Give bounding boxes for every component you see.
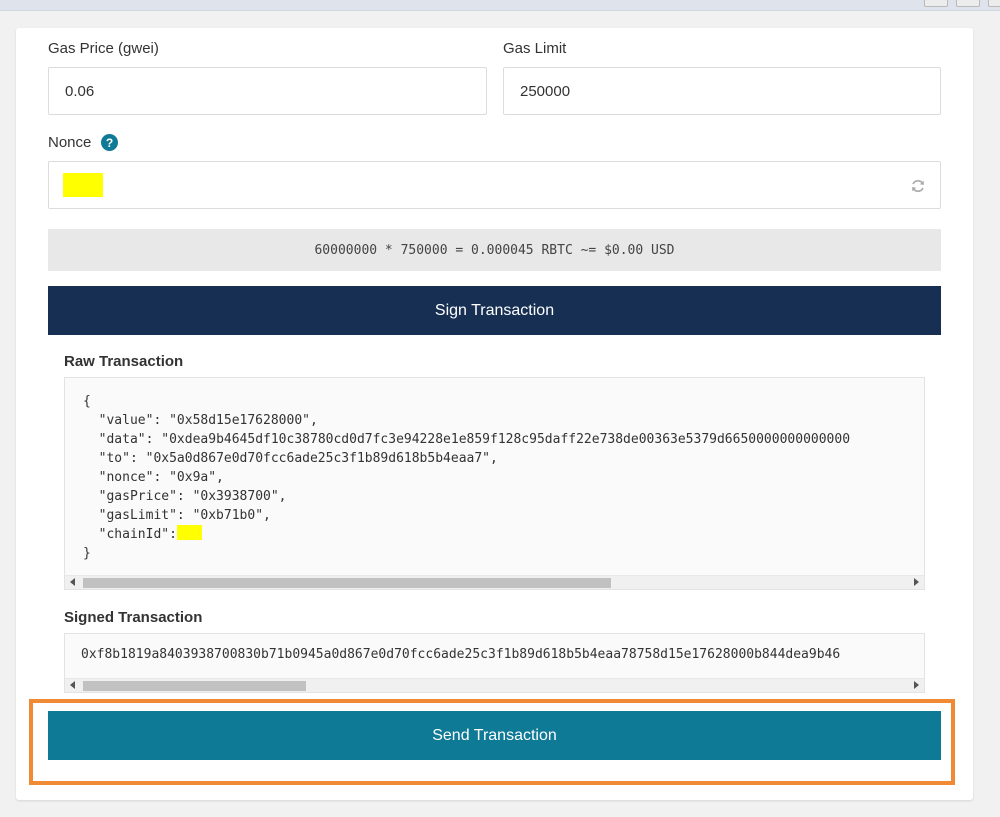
window-button[interactable] [956,0,980,7]
help-icon[interactable]: ? [101,134,118,151]
cost-summary: 60000000 * 750000 = 0.000045 RBTC ~= $0.… [48,229,941,271]
nonce-input[interactable] [48,161,941,209]
signed-transaction-scrollbar[interactable] [65,678,924,692]
nonce-value-redacted [63,173,103,197]
raw-transaction-box[interactable]: { "value": "0x58d15e17628000", "data": "… [64,377,925,590]
signed-transaction-title: Signed Transaction [64,609,203,626]
raw-transaction-code: { "value": "0x58d15e17628000", "data": "… [83,394,851,561]
gas-price-input[interactable]: 0.06 [48,67,487,115]
gas-price-value: 0.06 [65,82,95,100]
gas-limit-input[interactable]: 250000 [503,67,941,115]
window-button[interactable] [924,0,948,7]
scroll-right-icon[interactable] [914,681,919,689]
gas-price-label: Gas Price (gwei) [48,40,159,57]
scrollbar-thumb[interactable] [83,578,611,588]
nonce-label: Nonce [48,134,92,151]
gas-limit-label: Gas Limit [503,40,567,57]
sign-transaction-button[interactable]: Sign Transaction [48,286,941,335]
gas-limit-value: 250000 [520,82,571,100]
signed-transaction-value: 0xf8b1819a8403938700830b71b0945a0d867e0d… [81,647,841,662]
signed-transaction-box[interactable]: 0xf8b1819a8403938700830b71b0945a0d867e0d… [64,633,925,693]
scroll-left-icon[interactable] [70,578,75,586]
scroll-left-icon[interactable] [70,681,75,689]
refresh-icon[interactable] [910,178,926,194]
raw-transaction-scrollbar[interactable] [65,575,924,589]
raw-transaction-title: Raw Transaction [64,353,184,370]
send-transaction-button[interactable]: Send Transaction [48,711,941,760]
window-button[interactable] [988,0,1000,7]
scroll-right-icon[interactable] [914,578,919,586]
window-top-bar [0,0,1000,11]
chain-id-redacted [176,525,202,540]
scrollbar-thumb[interactable] [83,681,306,691]
